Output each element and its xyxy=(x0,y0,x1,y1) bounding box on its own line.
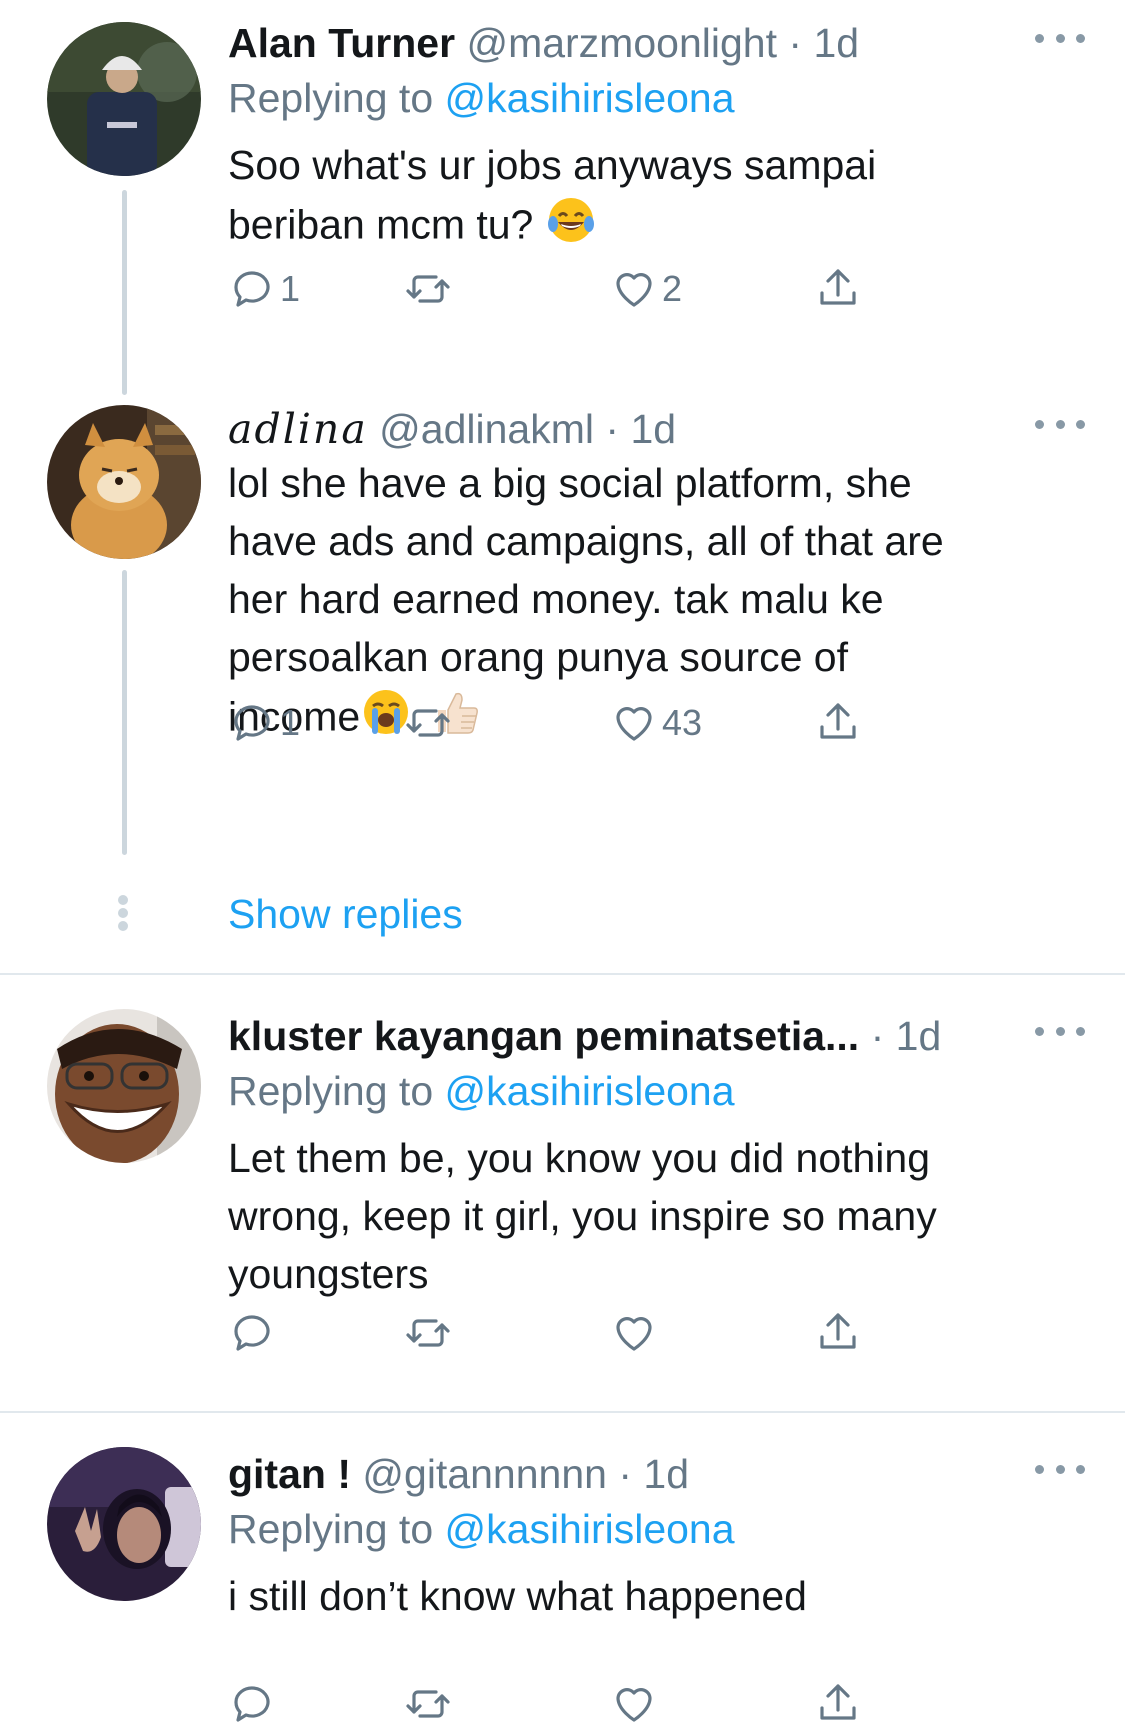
reply-icon xyxy=(234,1315,270,1351)
user-handle[interactable]: @marzmoonlight xyxy=(466,20,777,66)
more-icon[interactable] xyxy=(1035,414,1085,434)
retweet-button[interactable] xyxy=(404,1679,452,1727)
reply-button[interactable]: 1 xyxy=(228,698,300,748)
reply-icon xyxy=(234,705,270,741)
tweet-alan-turner[interactable]: Alan Turner @marzmoonlight · 1d Replying… xyxy=(0,0,1125,400)
tweet-text: Soo what's ur jobs anyways sampai beriba… xyxy=(228,136,1085,261)
display-name[interactable]: adlina xyxy=(228,405,368,453)
display-name[interactable]: gitan ! xyxy=(228,1451,351,1497)
thread-line xyxy=(122,570,127,855)
tweet-text-line: Soo what's ur jobs anyways sampai xyxy=(228,142,877,188)
like-icon xyxy=(616,707,652,741)
replying-prefix: Replying to xyxy=(228,75,445,121)
user-handle[interactable]: @adlinakml xyxy=(379,406,594,452)
tweet-header: kluster kayangan peminatsetia... · 1d xyxy=(228,1011,1085,1061)
tweet-text-line: lol she have a big social platform, she xyxy=(228,460,912,506)
tweet-text: i still don’t know what happened xyxy=(228,1567,1085,1625)
tweet-text-line: youngsters xyxy=(228,1251,429,1297)
timestamp[interactable]: 1d xyxy=(643,1451,689,1497)
reply-icon xyxy=(234,1686,270,1722)
reply-button[interactable] xyxy=(228,1308,280,1358)
more-icon[interactable] xyxy=(1035,1459,1085,1479)
tweet-text-line: i still don’t know what happened xyxy=(228,1573,807,1619)
tweet-text-line: wrong, keep it girl, you inspire so many xyxy=(228,1193,937,1239)
reply-icon xyxy=(234,271,270,307)
like-icon xyxy=(616,1688,652,1722)
separator-dot: · xyxy=(788,20,803,66)
retweet-icon xyxy=(406,1690,450,1718)
share-button[interactable] xyxy=(814,1679,862,1727)
tweet-text: Let them be, you know you did nothing wr… xyxy=(228,1129,1085,1303)
action-bar: 1 43 xyxy=(228,698,948,748)
share-button[interactable] xyxy=(814,1308,862,1358)
action-bar xyxy=(228,1679,948,1727)
retweet-icon xyxy=(406,709,450,737)
tweet-text-line: beriban mcm tu? xyxy=(228,201,534,248)
tweet-gitan[interactable]: gitan ! @gitannnnnn · 1d Replying to @ka… xyxy=(0,1413,1125,1727)
reply-button[interactable] xyxy=(228,1679,280,1727)
avatar-gitan[interactable] xyxy=(47,1447,201,1601)
tweet-header: Alan Turner @marzmoonlight · 1d xyxy=(228,18,1085,68)
avatar-kluster-kayangan[interactable] xyxy=(47,1009,201,1163)
tweet-text-line: have ads and campaigns, all of that are xyxy=(228,518,944,564)
action-bar xyxy=(228,1308,948,1358)
user-handle[interactable]: @gitannnnnn xyxy=(362,1451,607,1497)
separator-dot: · xyxy=(870,1013,885,1059)
tweet-text-line: persoalkan orang punya source of xyxy=(228,634,848,680)
like-button[interactable] xyxy=(610,1308,662,1358)
replying-prefix: Replying to xyxy=(228,1068,445,1114)
replying-mention-link[interactable]: @kasihirisleona xyxy=(445,1506,735,1552)
avatar-adlina[interactable] xyxy=(47,405,201,559)
thread-continuation-dots xyxy=(118,895,130,931)
share-icon xyxy=(820,703,856,739)
tweet-kluster-kayangan[interactable]: kluster kayangan peminatsetia... · 1d Re… xyxy=(0,975,1125,1410)
tweet-text-line: Let them be, you know you did nothing xyxy=(228,1135,931,1181)
separator-dot: · xyxy=(605,406,620,452)
tweet-header: adlina @adlinakml · 1d xyxy=(228,404,1085,454)
separator-dot: · xyxy=(618,1451,632,1497)
replying-mention-link[interactable]: @kasihirisleona xyxy=(445,1068,735,1114)
avatar-alan-turner[interactable] xyxy=(47,22,201,176)
replying-prefix: Replying to xyxy=(228,1506,445,1552)
timestamp[interactable]: 1d xyxy=(813,20,859,66)
display-name[interactable]: Alan Turner xyxy=(228,20,455,66)
timestamp[interactable]: 1d xyxy=(896,1013,942,1059)
retweet-icon xyxy=(406,275,450,303)
share-button[interactable] xyxy=(814,264,862,314)
like-count: 43 xyxy=(662,702,703,743)
more-icon[interactable] xyxy=(1035,28,1085,48)
like-icon xyxy=(616,273,652,307)
thread-line xyxy=(122,190,127,395)
action-bar: 1 2 xyxy=(228,264,948,314)
share-icon xyxy=(820,269,856,305)
share-button[interactable] xyxy=(814,698,862,748)
more-icon[interactable] xyxy=(1035,1021,1085,1041)
reply-button[interactable]: 1 xyxy=(228,264,300,314)
like-icon xyxy=(616,1317,652,1351)
joy-emoji xyxy=(545,194,597,261)
display-name[interactable]: kluster kayangan peminatsetia... xyxy=(228,1013,859,1059)
retweet-icon xyxy=(406,1319,450,1347)
like-button[interactable]: 2 xyxy=(610,264,682,314)
replying-to: Replying to @kasihirisleona xyxy=(228,1061,1085,1121)
like-count: 2 xyxy=(662,268,683,309)
tweet-text-line: her hard earned money. tak malu ke xyxy=(228,576,884,622)
retweet-button[interactable] xyxy=(404,1308,452,1358)
retweet-button[interactable] xyxy=(404,698,452,748)
reply-count: 1 xyxy=(280,702,301,743)
retweet-button[interactable] xyxy=(404,264,452,314)
like-button[interactable] xyxy=(610,1679,662,1727)
show-replies-link[interactable]: Show replies xyxy=(228,884,463,944)
share-icon xyxy=(820,1684,856,1720)
share-icon xyxy=(820,1313,856,1349)
like-button[interactable]: 43 xyxy=(610,698,702,748)
timestamp[interactable]: 1d xyxy=(630,406,676,452)
tweet-header: gitan ! @gitannnnnn · 1d xyxy=(228,1449,1085,1499)
tweet-adlina[interactable]: adlina @adlinakml · 1d lol she have a bi… xyxy=(0,400,1125,970)
replying-to: Replying to @kasihirisleona xyxy=(228,1499,1085,1559)
replying-mention-link[interactable]: @kasihirisleona xyxy=(445,75,735,121)
tweet-text-line-with-emoji: beriban mcm tu? xyxy=(228,194,1085,261)
replying-to: Replying to @kasihirisleona xyxy=(228,68,1085,128)
reply-count: 1 xyxy=(280,268,301,309)
